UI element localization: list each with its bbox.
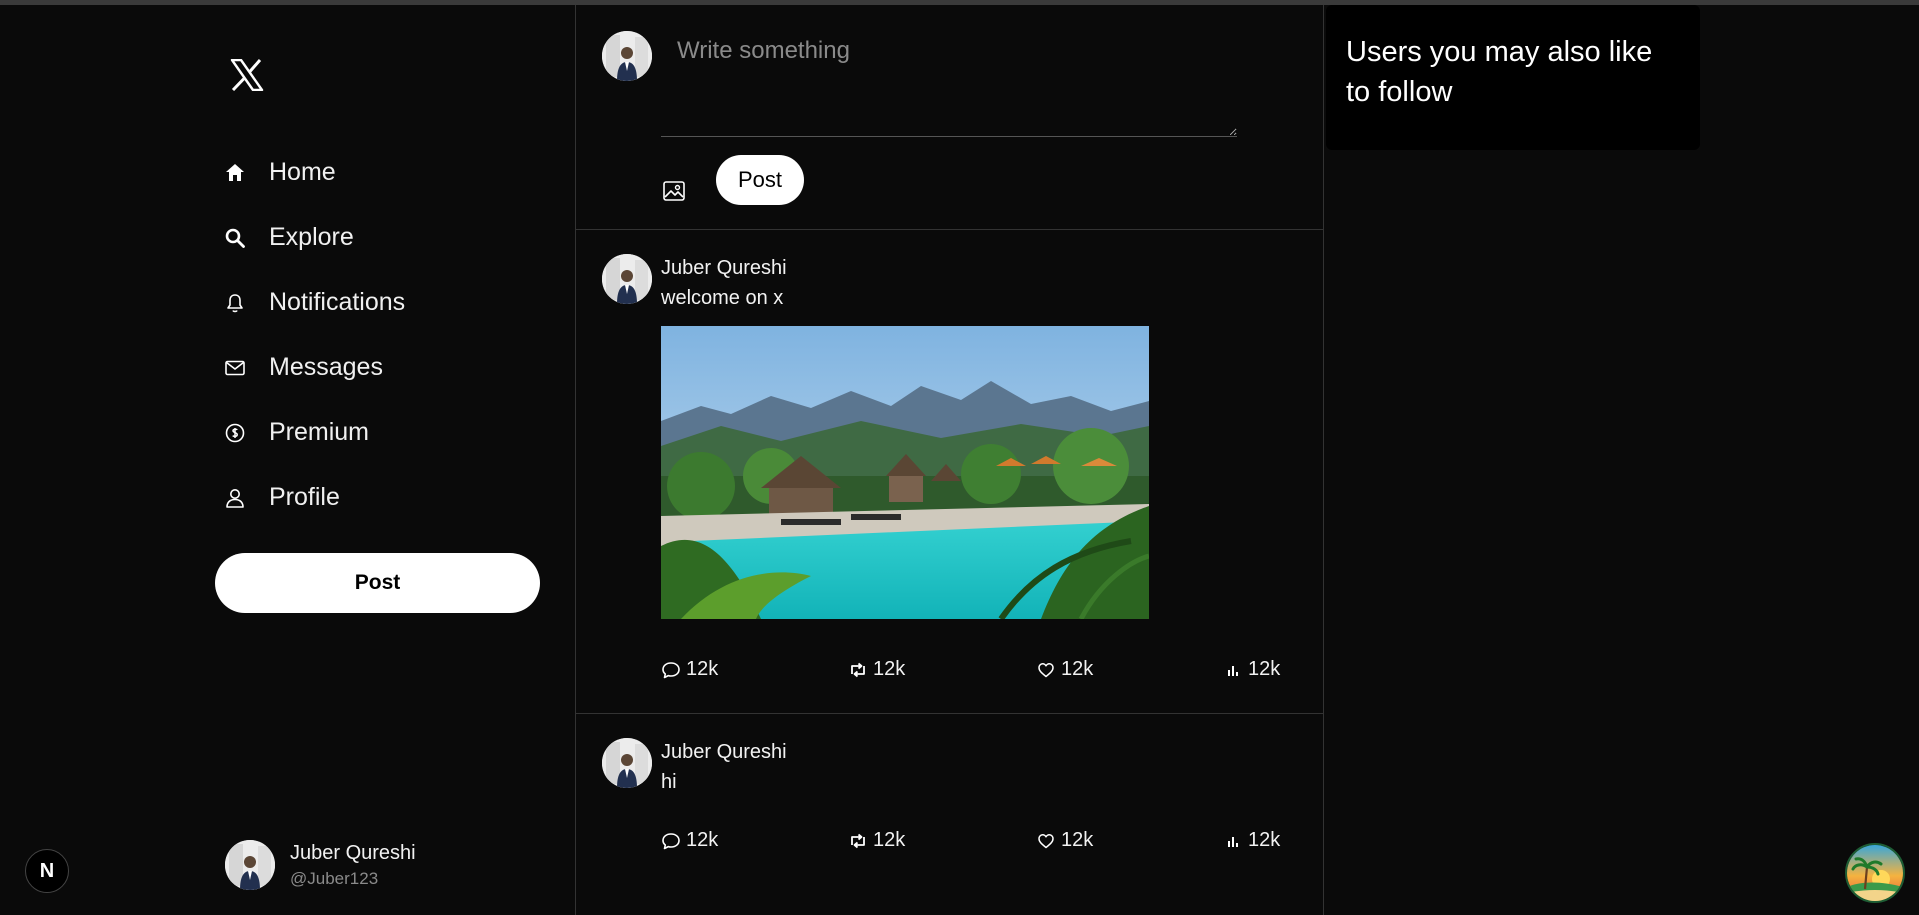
like-count: 12k [1061,829,1094,851]
views-button[interactable]: 12k [1223,658,1280,681]
avatar[interactable] [602,254,652,304]
nav-item-messages[interactable]: Messages [223,335,553,400]
heart-icon [1036,831,1056,851]
reply-count: 12k [686,829,719,851]
tweet-author[interactable]: Juber Qureshi [661,257,787,280]
nav-item-home[interactable]: Home [223,140,553,205]
tweet-author[interactable]: Juber Qureshi [661,741,787,764]
post-composer: Post [576,5,1323,230]
nav-item-notifications[interactable]: Notifications [223,270,553,335]
compose-textarea[interactable] [661,19,1237,137]
analytics-icon [1223,831,1243,851]
composer-post-button[interactable]: Post [716,155,804,205]
nav-item-explore[interactable]: Explore [223,205,553,270]
tweet-card[interactable]: Juber Qureshi hi 12k 12k 12k 12k [576,714,1323,915]
repost-count: 12k [873,829,906,851]
left-sidebar: Home Explore Notifications Messages Prem… [213,5,575,915]
heart-icon [1036,660,1056,680]
reply-button[interactable]: 12k [661,829,718,852]
nextjs-dev-badge[interactable]: N [25,849,69,893]
nav-item-label: Notifications [269,288,406,316]
nav-item-label: Explore [269,223,354,251]
repost-count: 12k [873,658,906,680]
reply-icon [661,660,681,680]
tweet-text: welcome on x [661,287,784,309]
repost-icon [848,660,868,680]
avatar[interactable] [602,738,652,788]
who-to-follow-title: Users you may also like to follow [1346,36,1653,108]
repost-icon [848,831,868,851]
tweet-image[interactable] [661,326,1149,619]
person-icon [223,486,247,510]
account-switcher[interactable]: Juber Qureshi @Juber123 [225,840,416,890]
reply-count: 12k [686,658,719,680]
x-logo-icon[interactable] [227,55,267,95]
nav-item-label: Home [269,158,336,186]
like-count: 12k [1061,658,1094,680]
views-button[interactable]: 12k [1223,829,1280,852]
tweet-text: hi [661,771,677,793]
tweet-card[interactable]: Juber Qureshi welcome on x 12k 12k 12k 1… [576,230,1323,714]
avatar [225,840,275,890]
nav-item-label: Premium [269,418,370,446]
image-upload-icon[interactable] [661,178,687,204]
premium-icon [223,421,247,445]
nav-item-label: Profile [269,483,340,511]
reply-button[interactable]: 12k [661,658,718,681]
view-count: 12k [1248,829,1281,851]
sidebar-post-button[interactable]: Post [215,553,540,613]
search-icon [223,226,247,250]
view-count: 12k [1248,658,1281,680]
nextjs-logo-icon: N [39,859,55,882]
envelope-icon [223,356,247,380]
main-nav: Home Explore Notifications Messages Prem… [223,140,553,530]
tweet-actions: 12k 12k 12k 12k [661,829,1281,855]
beach-extension-icon[interactable] [1845,843,1905,903]
repost-button[interactable]: 12k [848,829,905,852]
feed-column: Post Juber Qureshi welcome on x [575,5,1324,915]
reply-icon [661,831,681,851]
bell-icon [223,291,247,315]
repost-button[interactable]: 12k [848,658,905,681]
avatar [602,31,652,81]
home-icon [223,161,247,185]
tweet-actions: 12k 12k 12k 12k [661,658,1281,684]
nav-item-premium[interactable]: Premium [223,400,553,465]
nav-item-label: Messages [269,353,383,381]
like-button[interactable]: 12k [1036,658,1093,681]
who-to-follow-panel: Users you may also like to follow [1326,5,1700,150]
current-user-handle: @Juber123 [290,868,379,888]
current-user-name: Juber Qureshi [290,841,416,864]
nav-item-profile[interactable]: Profile [223,465,553,530]
like-button[interactable]: 12k [1036,829,1093,852]
analytics-icon [1223,660,1243,680]
